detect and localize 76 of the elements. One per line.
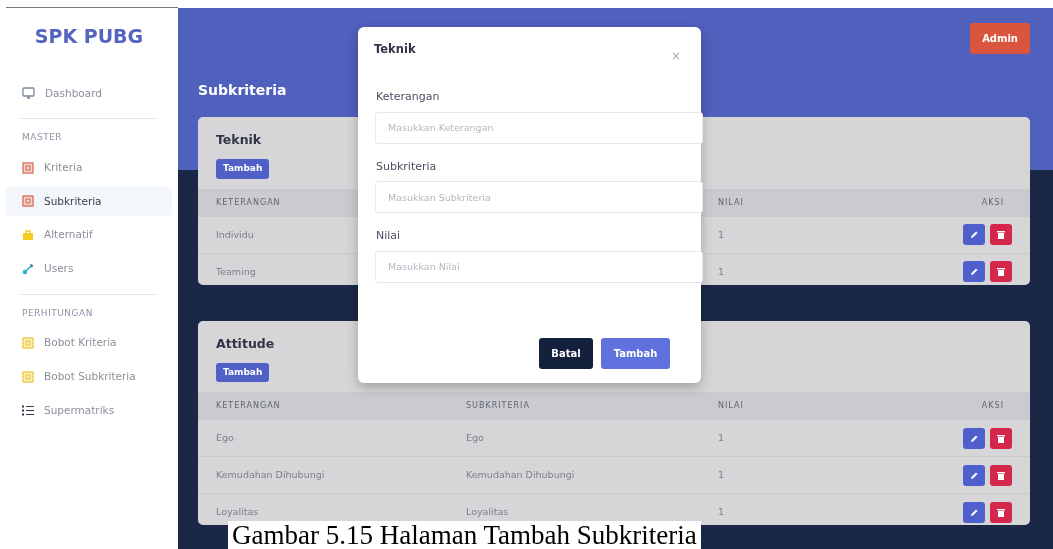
edit-button[interactable] (963, 224, 985, 246)
document-icon (22, 195, 34, 208)
cancel-button[interactable]: Batal (539, 338, 593, 369)
table-cell: 1 (718, 468, 725, 483)
delete-button[interactable] (990, 501, 1012, 523)
column-header: AKSI (981, 196, 1004, 209)
edit-button[interactable] (963, 427, 985, 449)
document-icon (22, 161, 34, 174)
column-header: SUBKRITERIA (466, 400, 530, 413)
submit-button[interactable]: Tambah (601, 338, 670, 369)
table-cell: 1 (718, 505, 725, 520)
sidebar-item[interactable]: Supermatriks (6, 395, 172, 426)
brand-logo: SPK PUBG (33, 24, 145, 49)
table-cell: Loyalitas (466, 505, 509, 520)
sidebar-item[interactable]: Users (6, 254, 172, 284)
column-header: NILAI (718, 196, 744, 209)
column-header: NILAI (718, 400, 744, 413)
pencil-icon (969, 433, 979, 443)
edit-button[interactable] (963, 464, 985, 486)
close-button[interactable]: × (670, 47, 681, 65)
field-label: Subkriteria (376, 158, 438, 175)
monitor-icon (22, 87, 35, 100)
table-cell: Ego (466, 431, 484, 446)
briefcase-icon (22, 229, 34, 242)
edit-button[interactable] (963, 501, 985, 523)
trash-icon (997, 267, 1005, 277)
input-field[interactable]: Masukkan Keterangan (375, 111, 703, 144)
sidebar-item[interactable]: Kriteria (6, 152, 172, 183)
column-header: KETERANGAN (216, 196, 281, 209)
input-field[interactable]: Masukkan Subkriteria (375, 181, 703, 213)
sidebar-item[interactable]: Bobot Subkriteria (6, 362, 172, 392)
column-header: KETERANGAN (216, 400, 281, 413)
sidebar-item[interactable]: Dashboard (6, 78, 172, 109)
delete-button[interactable] (990, 261, 1012, 283)
column-header: AKSI (981, 400, 1004, 413)
table-cell: Loyalitas (216, 505, 259, 520)
table-cell: Individu (216, 227, 254, 242)
section-heading: PERHITUNGAN (21, 306, 94, 320)
pencil-icon (969, 267, 979, 277)
user-button[interactable]: Admin (970, 22, 1030, 54)
pencil-icon (969, 470, 979, 480)
pencil-icon (969, 230, 979, 240)
modal-title: Teknik (374, 41, 416, 58)
table-cell: Kemudahan Dihubungi (466, 468, 575, 483)
trash-icon (997, 230, 1005, 240)
field-label: Keterangan (376, 89, 441, 105)
trash-icon (997, 433, 1005, 443)
page-title: Subkriteria (198, 81, 287, 101)
trash-icon (997, 507, 1005, 517)
figure-caption: Gambar 5.15 Halaman Tambah Subkriteria (228, 520, 701, 549)
add-button[interactable]: Tambah (216, 362, 270, 383)
card-title: Teknik (216, 131, 262, 150)
delete-button[interactable] (990, 464, 1012, 486)
table-cell: 1 (718, 227, 725, 242)
input-field[interactable]: Masukkan Nilai (375, 250, 703, 283)
add-button[interactable]: Tambah (216, 159, 270, 179)
list-icon (22, 405, 34, 417)
table-cell: Kemudahan Dihubungi (216, 468, 325, 483)
card-title: Attitude (216, 335, 275, 354)
table-cell: 1 (718, 431, 725, 446)
sidebar-item[interactable]: Subkriteria (6, 186, 172, 217)
table-cell: Ego (216, 431, 234, 446)
document-icon (22, 370, 34, 383)
field-label: Nilai (376, 228, 402, 244)
pencil-icon (969, 507, 979, 517)
wand-icon (22, 262, 34, 275)
table-cell: 1 (718, 264, 725, 279)
sidebar-item[interactable]: Alternatif (6, 220, 172, 250)
delete-button[interactable] (990, 224, 1012, 246)
sidebar-item[interactable]: Bobot Kriteria (6, 328, 172, 358)
edit-button[interactable] (963, 261, 985, 283)
section-heading: MASTER (21, 131, 64, 145)
delete-button[interactable] (990, 427, 1012, 449)
document-icon (22, 337, 34, 350)
table-cell: Teaming (216, 264, 256, 279)
trash-icon (997, 470, 1005, 480)
